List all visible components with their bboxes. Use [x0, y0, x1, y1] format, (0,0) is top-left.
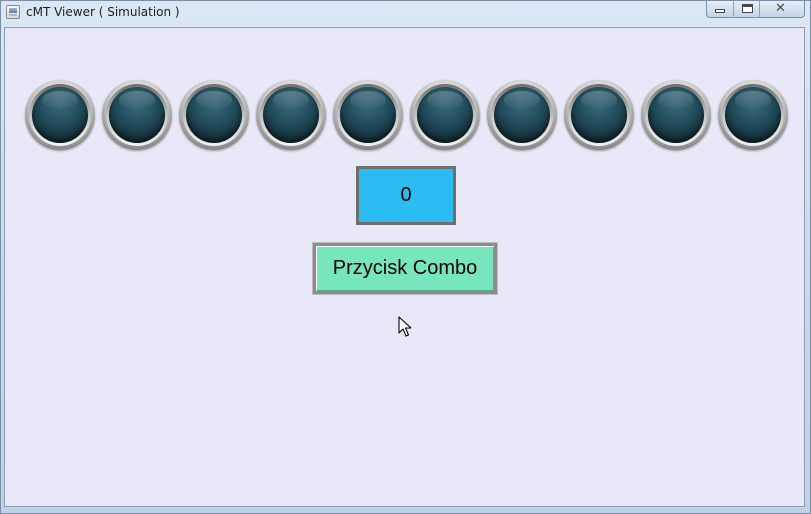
indicator-lamp-10 [718, 80, 788, 150]
indicator-lamp-7 [487, 80, 557, 150]
title-bar[interactable]: cMT Viewer ( Simulation ) ✕ [1, 1, 810, 25]
indicator-lamp-1 [25, 80, 95, 150]
indicator-lamp-4 [256, 80, 326, 150]
indicator-lamp-9 [641, 80, 711, 150]
simulator-window: cMT Viewer ( Simulation ) ✕ 0 Przycisk C… [0, 0, 811, 514]
maximize-button[interactable] [733, 1, 760, 18]
combo-button-label: Przycisk Combo [332, 257, 478, 279]
indicator-lamp-5 [333, 80, 403, 150]
minimize-button[interactable] [706, 1, 733, 18]
mouse-pointer-icon [398, 316, 412, 337]
indicator-lamp-3 [179, 80, 249, 150]
indicator-lamp-2 [102, 80, 172, 150]
app-icon[interactable] [6, 5, 20, 19]
close-button[interactable]: ✕ [760, 1, 805, 18]
window-title: cMT Viewer ( Simulation ) [26, 5, 180, 19]
maximize-icon [742, 4, 753, 13]
hmi-screen: 0 Przycisk Combo [4, 27, 805, 507]
combo-button[interactable]: Przycisk Combo [312, 242, 498, 295]
window-controls: ✕ [706, 1, 805, 18]
numeric-display-value: 0 [400, 184, 412, 206]
numeric-display: 0 [356, 166, 456, 225]
indicator-lamp-6 [410, 80, 480, 150]
indicator-lamp-8 [564, 80, 634, 150]
minimize-icon [715, 9, 725, 13]
close-icon: ✕ [775, 1, 786, 16]
